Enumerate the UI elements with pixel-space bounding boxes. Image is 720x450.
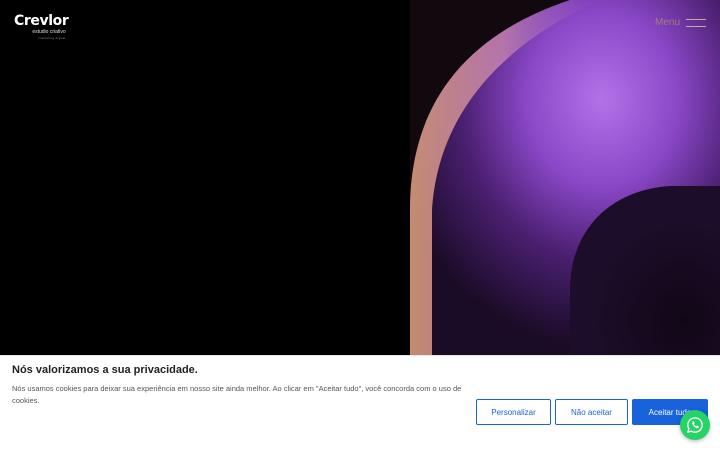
hero-gradient-artwork [410, 0, 720, 355]
cookie-title: Nós valorizamos a sua privacidade. [12, 364, 198, 376]
brand-name: Crevlor [14, 13, 69, 29]
brand-subtitle: estudio criativo [32, 29, 66, 35]
menu-label: Menu [654, 17, 680, 28]
menu-button[interactable]: Menu [655, 17, 706, 28]
whatsapp-button[interactable] [680, 410, 710, 440]
hamburger-icon [686, 18, 706, 27]
cookie-consent-banner: Nós valorizamos a sua privacidade. Nós u… [0, 355, 720, 450]
brand-logo[interactable]: Crevlor estudio criativo marketing digit… [14, 14, 80, 41]
whatsapp-icon [686, 417, 703, 434]
cookie-description: Nós usamos cookies para deixar sua exper… [12, 384, 462, 405]
reject-button[interactable]: Não aceitar [555, 399, 628, 425]
brand-tagline: marketing digital [38, 36, 66, 40]
customize-button[interactable]: Personalizar [476, 399, 551, 425]
hero-section: Crevlor estudio criativo marketing digit… [0, 0, 720, 355]
